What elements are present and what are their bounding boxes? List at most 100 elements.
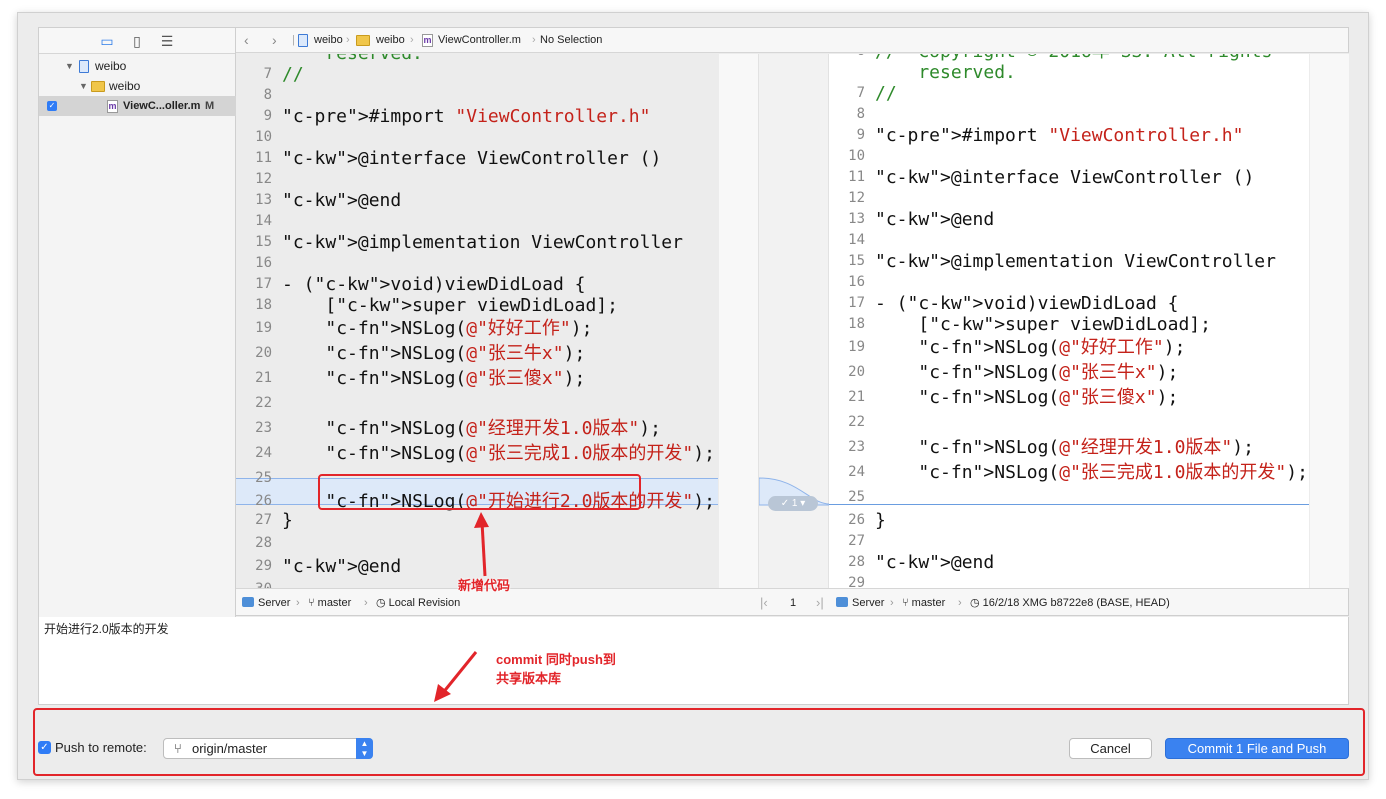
navigator-tabs: ▭ ▯ ☰: [39, 28, 235, 54]
left-branch-item[interactable]: ⑂ master: [308, 589, 351, 617]
right-revision-label: 16/2/18 XMG b8722e8 (BASE, HEAD): [982, 597, 1170, 609]
line-number: 13: [255, 192, 272, 208]
diff-change-badge[interactable]: ✓ 1 ▾: [768, 496, 818, 511]
commit-message-text: 开始进行2.0版本的开发: [44, 622, 169, 636]
right-branch-item[interactable]: ⑂ master: [902, 589, 945, 617]
code-text: ["c-kw">super viewDidLoad];: [875, 314, 1211, 335]
back-arrow-icon[interactable]: ‹: [244, 28, 249, 53]
line-number: 11: [255, 150, 272, 166]
breadcrumb-file[interactable]: ViewController.m: [438, 28, 521, 53]
server-icon: [836, 597, 848, 607]
tree-item-project[interactable]: ▼ weibo: [39, 56, 236, 76]
code-text: "c-pre">#import "ViewController.h": [875, 125, 1244, 146]
code-text: "c-kw">@end: [875, 209, 995, 230]
code-text: "c-fn">NSLog(@"好好工作");: [325, 318, 593, 339]
disclosure-triangle-icon[interactable]: ▼: [65, 56, 74, 76]
chevron-right-icon: ›: [296, 597, 300, 609]
code-text: - ("c-kw">void)viewDidLoad {: [282, 274, 586, 295]
line-number: 25: [255, 470, 272, 486]
change-index: 1: [790, 597, 797, 609]
folder-icon: [91, 81, 105, 92]
line-number: 21: [848, 389, 865, 405]
right-server-item[interactable]: Server: [836, 589, 884, 617]
code-text: "c-fn">NSLog(@"好好工作");: [918, 337, 1186, 358]
code-line: 17 - ("c-kw">void)viewDidLoad {: [829, 293, 1348, 314]
disclosure-triangle-icon[interactable]: ▼: [79, 76, 88, 96]
line-number: 18: [255, 297, 272, 313]
code-text: "c-kw">@interface ViewController (): [282, 148, 662, 169]
breadcrumb-chevron-icon: ›: [410, 34, 414, 46]
branch-icon: ⑂: [902, 597, 912, 609]
line-number: 9: [263, 108, 272, 124]
line-number: 12: [255, 171, 272, 187]
code-text: "c-fn">NSLog(@"张三牛x");: [918, 362, 1179, 383]
list-icon[interactable]: ☰: [159, 33, 175, 49]
code-text: "c-kw">@end: [875, 552, 995, 573]
forward-arrow-icon[interactable]: ›: [272, 28, 277, 53]
project-icon: [298, 34, 308, 47]
code-line: 14: [829, 230, 1348, 251]
line-number: 19: [255, 320, 272, 336]
new-code-highlight-box: [318, 474, 641, 510]
code-text: // Copyright © 2016年 SS. All rights: [875, 54, 1272, 62]
breadcrumb-group[interactable]: weibo: [376, 28, 405, 53]
annotation-arrow-up-icon: [474, 512, 489, 577]
base-code-pane[interactable]: 6 // Copyright © 2016年 SS. All rights res…: [829, 54, 1349, 588]
chevron-right-icon: ›: [890, 597, 894, 609]
left-server-item[interactable]: Server: [242, 589, 290, 617]
commit-message-field[interactable]: 开始进行2.0版本的开发: [38, 617, 1349, 705]
line-number: 26: [848, 512, 865, 528]
line-number: 10: [255, 129, 272, 145]
left-pane-margin: [718, 54, 758, 588]
right-server-label: Server: [852, 597, 885, 609]
footer-highlight-box: [33, 708, 1365, 776]
project-icon: [79, 60, 89, 73]
right-branch-label: master: [911, 597, 946, 609]
tree-item-file[interactable]: ✓ m ViewC...oller.m M: [39, 96, 236, 116]
code-text: "c-fn">NSLog(@"张三傻x");: [918, 387, 1179, 408]
file-checkbox[interactable]: ✓: [47, 101, 57, 111]
next-change-icon[interactable]: ›|: [816, 589, 824, 617]
breadcrumb-chevron-icon: ›: [346, 34, 350, 46]
code-line: 13 "c-kw">@end: [829, 209, 1348, 230]
line-number: 26: [255, 493, 272, 509]
folder-icon: [356, 35, 370, 46]
breadcrumb-selection[interactable]: No Selection: [540, 28, 602, 53]
breadcrumb-project[interactable]: weibo: [314, 28, 343, 53]
code-line: 7 //: [236, 64, 758, 85]
code-text: - ("c-kw">void)viewDidLoad {: [875, 293, 1179, 314]
left-server-label: Server: [258, 597, 291, 609]
code-text: "c-kw">@implementation ViewController: [875, 251, 1276, 272]
code-text: "c-fn">NSLog(@"张三完成1.0版本的开发");: [325, 443, 715, 464]
code-line: 10: [236, 127, 758, 148]
right-revision-item[interactable]: ◷ 16/2/18 XMG b8722e8 (BASE, HEAD): [970, 589, 1170, 617]
line-number: 10: [848, 148, 865, 164]
branch-icon: ⑂: [308, 597, 318, 609]
left-revision-item[interactable]: ◷ Local Revision: [376, 589, 460, 617]
line-number: 27: [848, 533, 865, 549]
code-text: //: [282, 64, 304, 85]
prev-change-icon[interactable]: |‹: [760, 589, 768, 617]
line-number: 13: [848, 211, 865, 227]
line-number: 23: [255, 420, 272, 436]
tree-item-group[interactable]: ▼ weibo: [39, 76, 236, 96]
line-number: 22: [848, 414, 865, 430]
code-text: reserved.: [282, 54, 423, 64]
objc-file-icon: m: [107, 100, 118, 113]
code-line: 22: [236, 393, 758, 414]
code-line: 28 "c-kw">@end: [829, 552, 1348, 573]
code-text: //: [875, 83, 897, 104]
line-number: 24: [848, 464, 865, 480]
folder-icon[interactable]: ▭: [99, 33, 115, 49]
line-number: 29: [255, 558, 272, 574]
annotation-arrow-down-icon: [434, 651, 478, 702]
document-icon[interactable]: ▯: [129, 33, 145, 49]
code-line: 21 "c-fn">NSLog(@"张三傻x");: [829, 387, 1348, 408]
code-line: 19 "c-fn">NSLog(@"好好工作");: [236, 318, 758, 339]
code-line: 18 ["c-kw">super viewDidLoad];: [236, 295, 758, 316]
code-text: "c-kw">@end: [282, 556, 402, 577]
line-number: 11: [848, 169, 865, 185]
code-line: 21 "c-fn">NSLog(@"张三傻x");: [236, 368, 758, 389]
code-line: 15 "c-kw">@implementation ViewController: [829, 251, 1348, 272]
editor-bottom-bar: Server › ⑂ master › ◷ Local Revision |‹ …: [236, 588, 1349, 616]
